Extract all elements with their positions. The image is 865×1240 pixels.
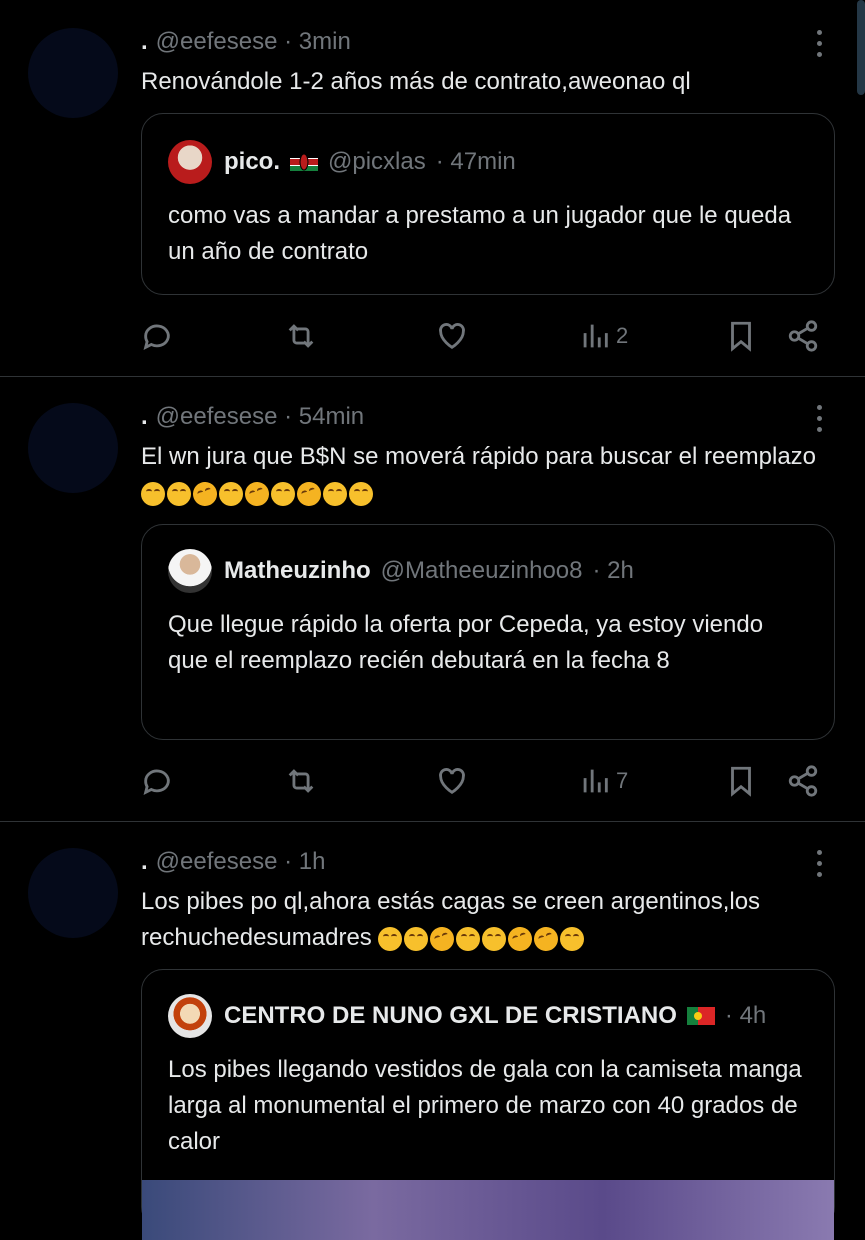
- tweet-actions: 2: [140, 316, 830, 356]
- rofl-emoji-icon: [505, 923, 536, 955]
- rofl-emoji-icon: [241, 478, 273, 510]
- like-icon: [439, 768, 465, 795]
- tweet-meta: . @eefesese · 3min: [141, 28, 351, 56]
- quote-avatar[interactable]: [168, 994, 212, 1038]
- avatar[interactable]: [28, 28, 118, 118]
- tweet-text: Los pibes po ql,ahora estás cagas se cre…: [141, 884, 841, 956]
- tweet[interactable]: . @eefesese · 54min El wn jura que B$N se…: [0, 377, 865, 821]
- portugal-flag-icon: [686, 1007, 715, 1025]
- views-button[interactable]: 2: [578, 316, 628, 356]
- handle[interactable]: @eefesese: [156, 28, 278, 55]
- tears-of-joy-emoji-icon: [482, 926, 507, 951]
- share-icon: [788, 765, 818, 797]
- retweet-button[interactable]: [284, 761, 318, 801]
- retweet-icon: [288, 324, 314, 348]
- tears-of-joy-emoji-icon: [378, 926, 403, 951]
- more-icon[interactable]: [809, 850, 829, 880]
- rofl-emoji-icon: [531, 923, 562, 955]
- views-icon: [583, 324, 608, 348]
- display-name[interactable]: .: [141, 28, 148, 55]
- reply-icon: [143, 324, 170, 350]
- reply-button[interactable]: [140, 761, 174, 801]
- more-icon[interactable]: [809, 405, 829, 435]
- tears-of-joy-emoji-icon: [560, 926, 585, 951]
- views-count: 7: [616, 768, 629, 793]
- views-count: 2: [616, 323, 629, 348]
- quote-handle[interactable]: @picxlas: [328, 148, 426, 176]
- views-icon: [583, 769, 608, 793]
- tears-of-joy-emoji-icon: [349, 481, 373, 506]
- tears-of-joy-emoji-icon: [323, 481, 347, 506]
- handle[interactable]: @eefesese: [156, 848, 278, 875]
- retweet-icon: [288, 769, 314, 793]
- tears-of-joy-emoji-icon: [141, 481, 165, 506]
- share-button[interactable]: [786, 316, 820, 356]
- tweet[interactable]: . @eefesese · 3min Renovándole 1-2 años m…: [0, 0, 865, 376]
- timestamp[interactable]: · 3min: [284, 28, 351, 55]
- display-name[interactable]: .: [141, 848, 148, 875]
- quote-text: como vas a mandar a prestamo a un jugado…: [168, 202, 792, 265]
- quoted-tweet[interactable]: pico. @picxlas · 47min como vas a mandar…: [141, 113, 835, 295]
- tweet-meta: . @eefesese · 1h: [141, 848, 325, 876]
- share-icon: [788, 320, 818, 352]
- tweet-text: El wn jura que B$N se moverá rápido para…: [141, 439, 841, 511]
- quote-display-name[interactable]: pico.: [224, 148, 280, 176]
- bookmark-icon: [731, 321, 751, 352]
- reply-button[interactable]: [140, 316, 174, 356]
- quoted-tweet[interactable]: Matheuzinho @Matheeuzinhoo8 · 2h Que lle…: [141, 524, 835, 740]
- quote-avatar[interactable]: [168, 549, 212, 593]
- quoted-tweet[interactable]: CENTRO DE NUNO GXL DE CRISTIANO · 4h Los…: [141, 969, 835, 1240]
- bookmark-button[interactable]: [724, 761, 758, 801]
- tears-of-joy-emoji-icon: [271, 481, 295, 506]
- timestamp[interactable]: · 1h: [284, 848, 325, 875]
- kenya-flag-icon: [290, 153, 319, 171]
- quote-avatar[interactable]: [168, 140, 212, 184]
- avatar[interactable]: [28, 848, 118, 938]
- tweet-actions: 7: [140, 761, 830, 801]
- rofl-emoji-icon: [293, 478, 325, 510]
- rofl-emoji-icon: [427, 923, 458, 955]
- avatar[interactable]: [28, 403, 118, 493]
- quote-text: Que llegue rápido la oferta por Cepeda, …: [168, 611, 764, 674]
- quote-display-name[interactable]: CENTRO DE NUNO GXL DE CRISTIANO: [224, 1002, 677, 1030]
- tears-of-joy-emoji-icon: [167, 481, 191, 506]
- tweet[interactable]: . @eefesese · 1h Los pibes po ql,ahora es…: [0, 822, 865, 1240]
- views-button[interactable]: 7: [578, 761, 628, 801]
- more-icon[interactable]: [809, 30, 829, 60]
- like-button[interactable]: [435, 761, 469, 801]
- quote-display-name[interactable]: Matheuzinho: [224, 557, 371, 585]
- tears-of-joy-emoji-icon: [219, 481, 243, 506]
- tears-of-joy-emoji-icon: [404, 926, 429, 951]
- quote-handle[interactable]: @Matheeuzinhoo8: [381, 557, 583, 585]
- like-button[interactable]: [435, 316, 469, 356]
- rofl-emoji-icon: [189, 478, 221, 510]
- like-icon: [439, 323, 465, 350]
- tweet-text: Renovándole 1-2 años más de contrato,awe…: [141, 68, 691, 95]
- quote-timestamp[interactable]: · 47min: [436, 148, 516, 176]
- quote-timestamp[interactable]: · 4h: [725, 1002, 766, 1030]
- bookmark-icon: [731, 766, 751, 797]
- handle[interactable]: @eefesese: [156, 403, 278, 430]
- share-button[interactable]: [786, 761, 820, 801]
- quote-media-image[interactable]: [142, 1180, 834, 1240]
- retweet-button[interactable]: [284, 316, 318, 356]
- emoji-sequence: [378, 923, 586, 955]
- display-name[interactable]: .: [141, 403, 148, 430]
- quote-text: Los pibes llegando vestidos de gala con …: [168, 1056, 802, 1155]
- timestamp[interactable]: · 54min: [284, 403, 364, 430]
- emoji-sequence: [141, 478, 375, 510]
- reply-icon: [143, 769, 170, 795]
- quote-timestamp[interactable]: · 2h: [593, 557, 634, 585]
- tears-of-joy-emoji-icon: [456, 926, 481, 951]
- tweet-meta: . @eefesese · 54min: [141, 403, 364, 431]
- bookmark-button[interactable]: [724, 316, 758, 356]
